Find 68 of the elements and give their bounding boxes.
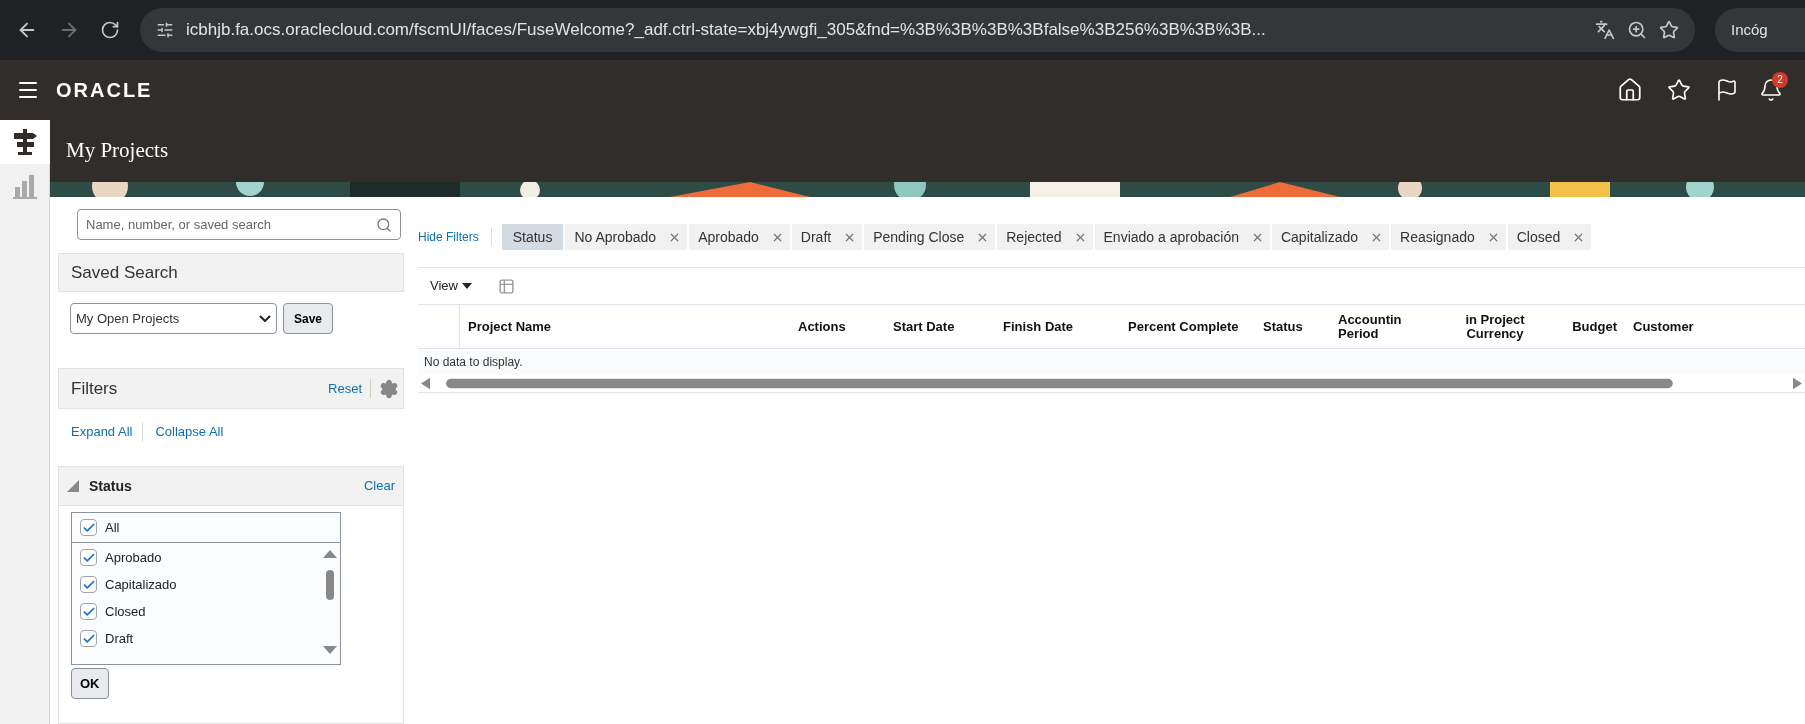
checkbox[interactable] [80, 576, 97, 593]
filter-chip[interactable]: Rejected [997, 224, 1093, 250]
reset-link[interactable]: Reset [328, 378, 371, 399]
search-input[interactable]: Name, number, or saved search [86, 214, 376, 235]
filter-chip[interactable]: Draft [791, 224, 863, 250]
bar-chart-icon [11, 173, 38, 199]
collapse-triangle-icon [67, 480, 79, 492]
checkbox[interactable] [80, 549, 97, 566]
chip-group-label: Status [501, 224, 564, 250]
hide-filters-link[interactable]: Hide Filters [418, 228, 492, 246]
search-field[interactable]: Name, number, or saved search [77, 209, 401, 240]
filter-chip[interactable]: No Aprobado [565, 224, 688, 250]
checkbox-label: All [105, 518, 120, 537]
collapse-all-link[interactable]: Collapse All [143, 422, 224, 442]
filter-chip[interactable]: Reasignado [1391, 224, 1506, 250]
empty-message: No data to display. [424, 354, 523, 371]
address-bar[interactable]: icbhjb.fa.ocs.oraclecloud.com/fscmUI/faces/FuseWelcome?_adf.ctrl-state=xbj4ywgfi_305&fnd=%3B%3B%3B%3Bfalse%3B256%3B%3B%3B... [140, 8, 1695, 52]
page-title: My Projects [66, 137, 169, 165]
horizontal-scrollbar[interactable] [418, 375, 1805, 393]
checkbox[interactable] [80, 603, 97, 620]
zoom-icon[interactable] [1627, 20, 1647, 40]
expand-all-link[interactable]: Expand All [71, 422, 144, 442]
reload-icon[interactable] [100, 20, 120, 40]
favorites-icon[interactable] [1667, 78, 1691, 102]
filter-chip[interactable]: Enviado a aprobación [1094, 224, 1270, 250]
column-header[interactable]: Budget [1572, 319, 1617, 334]
checkbox[interactable] [80, 519, 97, 536]
url-text: icbhjb.fa.ocs.oraclecloud.com/fscmUI/faces/FuseWelcome?_adf.ctrl-state=xbj4ywgfi_305&fnd=%3B%3B%3B%3Bfalse%3B256%3B%3B%3B... [186, 19, 1267, 42]
column-header[interactable]: Accountin Period [1338, 312, 1402, 341]
save-button[interactable]: Save [283, 303, 334, 334]
settings-icon[interactable] [379, 378, 399, 399]
flag-icon[interactable] [1715, 78, 1739, 102]
bookmark-icon[interactable] [1659, 20, 1679, 40]
filter-title: Status [89, 476, 133, 496]
site-info-icon[interactable] [156, 21, 174, 39]
column-header[interactable]: in Project Currency [1465, 312, 1525, 341]
notification-badge: 2 [1772, 72, 1788, 88]
clear-link[interactable]: Clear [363, 476, 395, 496]
checkbox-label: Closed [105, 602, 146, 621]
signpost-tab[interactable] [0, 120, 50, 164]
status-header[interactable]: Status Clear [59, 467, 403, 506]
freeze-columns-icon[interactable] [497, 277, 515, 295]
column-header[interactable]: Project Name [468, 319, 552, 334]
section-title: Saved Search [71, 261, 178, 284]
column-header[interactable]: Status [1263, 319, 1303, 334]
checkbox-label: Capitalizado [105, 575, 177, 594]
filter-chip[interactable]: Pending Close [864, 224, 996, 250]
search-icon[interactable] [376, 216, 392, 233]
ok-button[interactable]: OK [71, 668, 109, 699]
saved-search-select[interactable]: My Open Projects [70, 303, 277, 334]
column-header[interactable]: Finish Date [1003, 319, 1074, 334]
column-header[interactable]: Percent Complete [1128, 319, 1239, 334]
checkbox-label: Aprobado [105, 548, 162, 567]
chevron-icon [259, 315, 271, 322]
checkbox-label: Draft [105, 629, 134, 648]
section-title: Filters [71, 377, 119, 400]
checkbox[interactable] [80, 630, 97, 647]
column-header[interactable]: Customer [1633, 319, 1694, 334]
home-icon[interactable] [1617, 77, 1643, 103]
filter-chip[interactable]: Capitalizado [1271, 224, 1389, 250]
view-menu-button[interactable]: View [430, 276, 472, 296]
oracle-logo[interactable]: ORACLE [56, 75, 153, 105]
translate-icon[interactable] [1595, 20, 1615, 40]
filter-chip[interactable]: Closed [1507, 224, 1592, 250]
profile-chip[interactable]: Incóg [1715, 8, 1805, 52]
column-header[interactable]: Actions [798, 319, 846, 334]
filter-chip[interactable]: Aprobado [689, 224, 790, 250]
column-header[interactable]: Start Date [893, 319, 955, 334]
